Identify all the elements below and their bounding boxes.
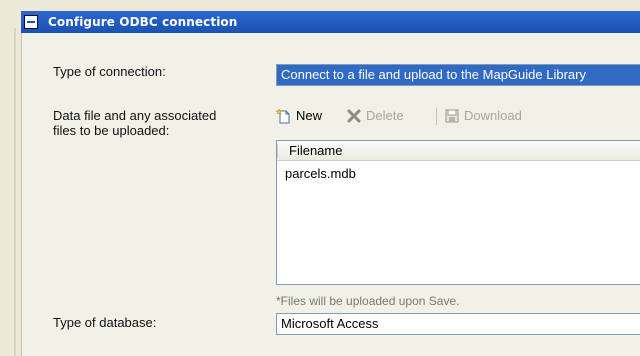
toolbar-separator bbox=[436, 108, 437, 125]
collapse-icon[interactable] bbox=[24, 15, 38, 29]
files-grid[interactable]: Filename parcels.mdb bbox=[276, 140, 640, 285]
table-row[interactable]: parcels.mdb bbox=[285, 166, 356, 181]
upload-note: *Files will be uploaded upon Save. bbox=[276, 294, 460, 308]
new-button-label: New bbox=[296, 108, 323, 123]
new-button[interactable]: New bbox=[276, 105, 338, 127]
delete-button[interactable]: Delete bbox=[346, 105, 430, 127]
database-type-select[interactable]: Microsoft Access bbox=[276, 313, 640, 335]
files-label-line1: Data file and any associated bbox=[53, 108, 217, 123]
database-type-label: Type of database: bbox=[53, 315, 157, 330]
connection-type-select[interactable]: Connect to a file and upload to the MapG… bbox=[276, 64, 640, 86]
delete-button-label: Delete bbox=[366, 108, 404, 123]
download-button-label: Download bbox=[464, 108, 522, 123]
files-toolbar: New Delete Download bbox=[276, 105, 640, 127]
new-file-icon bbox=[276, 108, 290, 124]
section-title: Configure ODBC connection bbox=[48, 15, 238, 29]
download-button[interactable]: Download bbox=[444, 105, 554, 127]
column-header-filename[interactable]: Filename bbox=[289, 141, 342, 161]
connection-type-label: Type of connection: bbox=[53, 64, 166, 79]
delete-x-icon bbox=[347, 109, 361, 123]
section-panel: Type of connection: Connect to a file an… bbox=[21, 33, 640, 356]
gutter-rule bbox=[14, 28, 16, 356]
save-disk-icon bbox=[445, 109, 459, 123]
left-gutter bbox=[0, 0, 21, 356]
column-separator bbox=[277, 144, 278, 158]
files-label-line2: files to be uploaded: bbox=[53, 123, 170, 138]
section-header[interactable]: Configure ODBC connection bbox=[21, 11, 640, 33]
grid-header: Filename bbox=[277, 141, 640, 161]
